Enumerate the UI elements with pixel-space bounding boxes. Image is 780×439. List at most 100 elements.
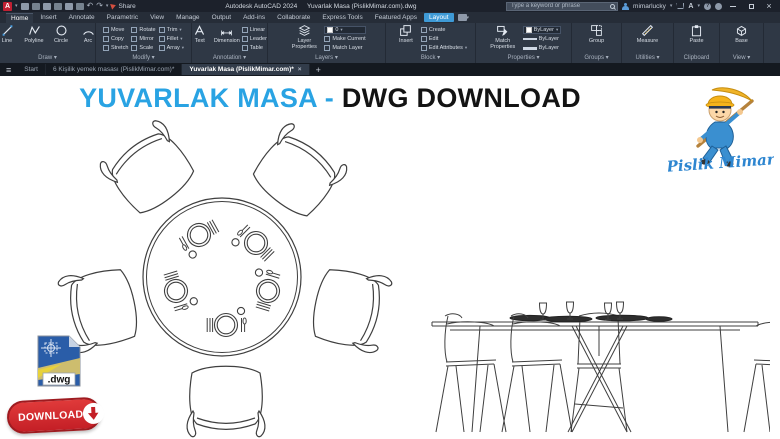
file-tab-6-ki-ilik-yemek-masas-pislikmi[interactable]: 6 Kişilik yemek masası (PislikMimar.com)… <box>46 64 182 75</box>
tool-layer-properties[interactable]: Layer Properties <box>287 24 321 50</box>
open-folder-icon[interactable] <box>32 3 40 10</box>
panel-label-layers[interactable]: Layers ▾ <box>268 54 385 63</box>
search-icon[interactable] <box>610 4 615 9</box>
app-menu-caret-icon[interactable]: ▾ <box>15 3 18 9</box>
tool-label: Mirror <box>139 36 153 42</box>
tool-polyline[interactable]: Polyline <box>22 24 46 44</box>
share-button[interactable]: Share <box>111 3 135 10</box>
tool-linear[interactable]: Linear▾ <box>242 26 267 34</box>
tool-base[interactable]: Base <box>730 24 754 44</box>
user-menu-caret-icon[interactable]: ▾ <box>670 3 673 9</box>
tool-0-layer[interactable]: 0▾ <box>324 26 365 34</box>
tool-move[interactable]: Move <box>103 26 128 34</box>
tool-scale[interactable]: Scale <box>131 44 155 52</box>
qat-customize-caret-icon[interactable]: ▾ <box>106 3 109 9</box>
panel-label-groups[interactable]: Groups ▾ <box>572 54 621 63</box>
apps-caret-icon[interactable]: ▾ <box>697 3 700 9</box>
save-as-icon[interactable] <box>54 3 62 10</box>
tool-edit[interactable]: Edit <box>421 35 467 43</box>
tool-bylayer[interactable]: ByLayer▾ <box>523 26 561 34</box>
ribbon-tab-parametric[interactable]: Parametric <box>102 13 143 22</box>
tool-circle[interactable]: Circle <box>49 24 73 44</box>
linetype-icon <box>523 38 537 40</box>
lineweight-icon <box>523 47 537 50</box>
rotate-icon <box>131 27 137 33</box>
tool-create[interactable]: Create <box>421 26 467 34</box>
autocad-logo-icon[interactable]: A <box>3 2 12 11</box>
tool-fillet[interactable]: Fillet▾ <box>159 35 184 43</box>
new-file-icon[interactable] <box>21 3 29 10</box>
save-icon[interactable] <box>43 3 51 10</box>
tool-leader[interactable]: Leader▾ <box>242 35 267 43</box>
ribbon-tab-manage[interactable]: Manage <box>171 13 205 22</box>
redo-icon[interactable]: ↷ <box>96 2 103 10</box>
workspace-caret-icon[interactable]: ▾ <box>467 15 470 21</box>
panel-label-properties[interactable]: Properties ▾ <box>476 54 571 63</box>
tool-trim[interactable]: Trim▾ <box>159 26 184 34</box>
tool-paste[interactable]: Paste <box>685 24 709 44</box>
panel-label-view[interactable]: View ▾ <box>720 54 763 63</box>
tool-group[interactable]: Group <box>585 24 609 44</box>
tool-array[interactable]: Array▾ <box>159 44 184 52</box>
panel-label-annotation[interactable]: Annotation ▾ <box>192 54 267 63</box>
ribbon-tab-featured-apps[interactable]: Featured Apps <box>370 13 422 22</box>
minimize-button[interactable] <box>726 1 740 12</box>
undo-icon[interactable]: ↶ <box>87 2 94 10</box>
tool-bylayer[interactable]: ByLayer <box>523 35 561 43</box>
maximize-button[interactable] <box>744 1 758 12</box>
workspace-switch-icon[interactable] <box>458 14 467 21</box>
tool-arc[interactable]: Arc <box>76 24 95 44</box>
ribbon-tab-view[interactable]: View <box>145 13 169 22</box>
ribbon-tab-annotate[interactable]: Annotate <box>64 13 100 22</box>
new-tab-button[interactable]: + <box>310 65 327 75</box>
tool-insert[interactable]: Insert <box>394 24 418 44</box>
panel-label-draw[interactable]: Draw ▾ <box>0 54 95 63</box>
ribbon-tab-collaborate[interactable]: Collaborate <box>272 13 315 22</box>
download-button[interactable]: DOWNLOAD <box>6 397 102 435</box>
ribbon-tab-layout[interactable]: Layout <box>424 13 454 22</box>
ribbon-tab-add-ins[interactable]: Add-ins <box>238 13 270 22</box>
panel-label-modify[interactable]: Modify ▾ <box>96 54 191 63</box>
quick-access-toolbar: A ▾ ↶ ↷ ▾ Share <box>0 2 136 11</box>
ribbon-tab-express-tools[interactable]: Express Tools <box>317 13 367 22</box>
tool-line[interactable]: Line <box>0 24 19 44</box>
close-tab-icon[interactable]: × <box>298 66 302 73</box>
ribbon-tab-row: HomeInsertAnnotateParametricViewManageOu… <box>0 12 780 23</box>
panel-label-block[interactable]: Block ▾ <box>386 54 475 63</box>
ribbon-tab-insert[interactable]: Insert <box>35 13 61 22</box>
tool-edit-attributes[interactable]: Edit Attributes▾ <box>421 44 467 52</box>
tool-stretch[interactable]: Stretch <box>103 44 128 52</box>
print-icon[interactable] <box>76 3 84 10</box>
autodesk-apps-icon[interactable]: A <box>688 3 693 10</box>
tool-bylayer[interactable]: ByLayer <box>523 44 561 52</box>
menu-icon[interactable]: ≡ <box>0 65 17 75</box>
tool-copy[interactable]: Copy <box>103 35 128 43</box>
plot-icon[interactable] <box>65 3 73 10</box>
help-icon[interactable]: ? <box>704 3 711 10</box>
notifications-icon[interactable] <box>715 3 722 10</box>
tool-match-properties[interactable]: Match Properties <box>486 24 520 50</box>
close-button[interactable]: × <box>762 1 776 12</box>
tool-measure[interactable]: Measure <box>636 24 660 44</box>
help-search[interactable] <box>506 2 618 11</box>
tool-text[interactable]: Text <box>192 24 212 44</box>
tool-table[interactable]: Table <box>242 44 267 52</box>
match-layer-icon <box>324 45 330 51</box>
tool-make-current[interactable]: Make Current <box>324 35 365 43</box>
tool-mirror[interactable]: Mirror <box>131 35 155 43</box>
store-cart-icon[interactable] <box>676 3 684 9</box>
file-tab-yuvarlak-masa-pislikmimar-com[interactable]: Yuvarlak Masa (PislikMimar.com)*× <box>182 64 309 75</box>
panel-label-utilities[interactable]: Utilities ▾ <box>622 54 673 63</box>
ribbon-tab-home[interactable]: Home <box>6 13 33 23</box>
tool-dimension[interactable]: Dimension <box>215 24 239 44</box>
ribbon-tab-output[interactable]: Output <box>207 13 237 22</box>
file-tab-start[interactable]: Start <box>17 64 46 75</box>
file-tab-label: Start <box>24 66 38 73</box>
tool-rotate[interactable]: Rotate <box>131 26 155 34</box>
tool-label: Measure <box>637 38 658 44</box>
username[interactable]: mimarlucky <box>633 3 666 10</box>
tool-match-layer[interactable]: Match Layer <box>324 44 365 52</box>
user-avatar-icon[interactable] <box>622 3 629 10</box>
panel-label-clipboard[interactable]: Clipboard <box>674 54 719 63</box>
search-input[interactable] <box>509 3 610 9</box>
